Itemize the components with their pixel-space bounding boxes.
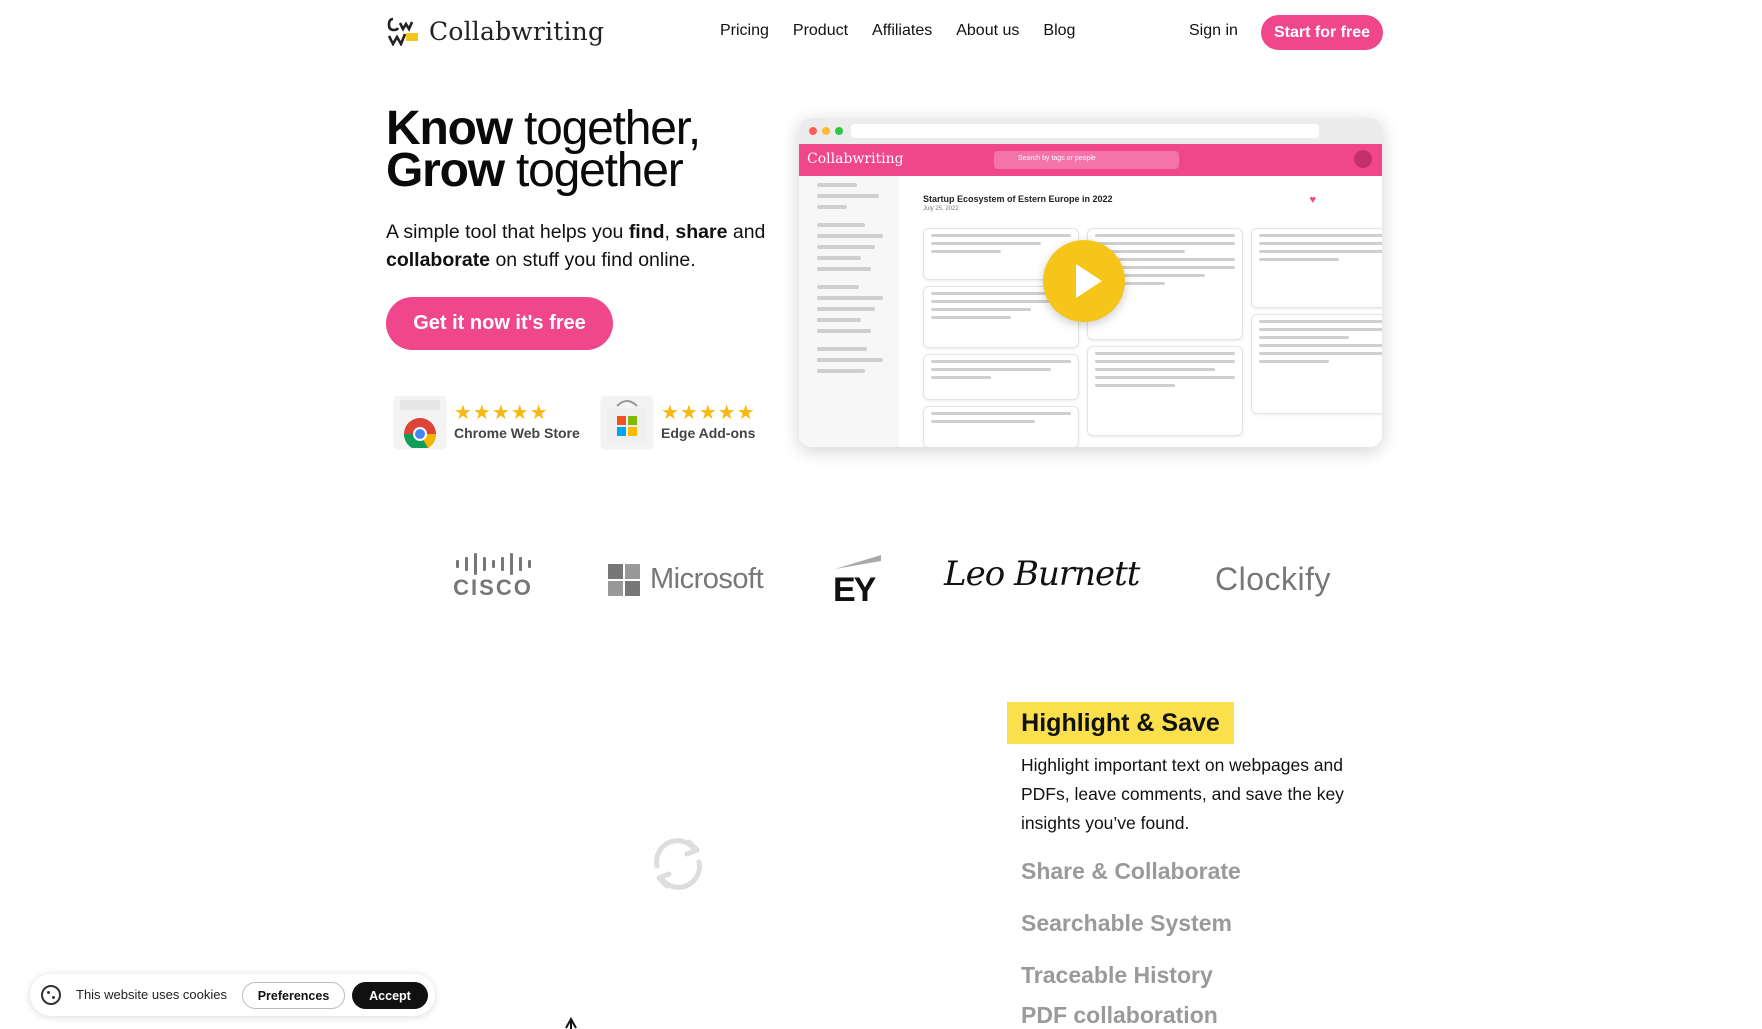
get-it-now-button[interactable]: Get it now it's free	[386, 297, 613, 350]
preview-doc-title: Startup Ecosystem of Estern Europe in 20…	[923, 194, 1113, 204]
chrome-store-label: Chrome Web Store	[454, 425, 580, 441]
nav-link-pricing[interactable]: Pricing	[720, 22, 769, 40]
cookie-banner: This website uses cookies Preferences Ac…	[30, 974, 435, 1016]
edge-store-label: Edge Add-ons	[661, 425, 756, 441]
nav-links: Pricing Product Affiliates About us Blog	[720, 22, 1075, 40]
ey-wordmark: EY	[833, 571, 876, 609]
nav-link-about-us[interactable]: About us	[956, 22, 1019, 40]
leo-burnett-logo: Leo Burnett	[944, 554, 1140, 594]
chrome-icon	[394, 396, 446, 451]
hero-sub-share: share	[675, 221, 728, 243]
hero-sub-find: find	[628, 221, 665, 243]
heart-icon: ♥	[1309, 194, 1316, 206]
microsoft-wordmark: Microsoft	[650, 563, 764, 595]
nav-link-blog[interactable]: Blog	[1043, 22, 1075, 40]
arrow-icon	[565, 1016, 577, 1029]
clockify-logo: Clockify	[1215, 561, 1332, 597]
collabwriting-logo-icon	[387, 16, 421, 47]
feature-title-searchable-system[interactable]: Searchable System	[1021, 910, 1232, 937]
feature-title-pdf-collaboration[interactable]: PDF collaboration	[1021, 1002, 1218, 1029]
preview-highlight-card	[923, 406, 1079, 447]
play-video-button[interactable]	[1043, 240, 1125, 322]
preview-highlight-card	[1251, 228, 1382, 308]
feature-title-highlight-save[interactable]: Highlight & Save	[1007, 702, 1234, 744]
nav-link-product[interactable]: Product	[793, 22, 848, 40]
hero-sub-text: and	[727, 221, 766, 243]
microsoft-logo: Microsoft	[608, 563, 764, 596]
cookie-icon	[41, 985, 61, 1005]
cisco-bars-icon	[448, 551, 538, 577]
hero-sub-text: ,	[664, 221, 676, 243]
window-maximize-dot	[835, 127, 843, 135]
start-for-free-button[interactable]: Start for free	[1261, 15, 1383, 50]
sign-in-link[interactable]: Sign in	[1189, 22, 1238, 40]
preview-search-bar: Search by tags or people	[994, 151, 1179, 169]
loading-spinner-icon	[645, 828, 711, 900]
leo-burnett-wordmark: Leo Burnett	[944, 554, 1140, 594]
preview-main-area: Startup Ecosystem of Estern Europe in 20…	[909, 176, 1382, 447]
brand-logo[interactable]: Collabwriting	[387, 16, 605, 47]
cisco-logo: CISCO	[448, 551, 538, 601]
hero-title-grow: Grow	[386, 144, 505, 197]
feature-title-share-collaborate[interactable]: Share & Collaborate	[1021, 858, 1241, 885]
hero-title-together-2: together	[503, 144, 684, 197]
hero-sub-collaborate: collaborate	[386, 249, 491, 271]
feature-title-traceable-history[interactable]: Traceable History	[1021, 962, 1213, 989]
preview-app-name: Collabwriting	[807, 151, 904, 167]
feature-description: Highlight important text on webpages and…	[1021, 755, 1344, 833]
hero-sub-text: A simple tool that helps you	[386, 221, 629, 243]
edge-addons-badge[interactable]: ★★★★★ Edge Add-ons	[601, 396, 756, 448]
cookie-accept-button[interactable]: Accept	[352, 982, 428, 1009]
product-video-preview[interactable]: Collabwriting Search by tags or people S…	[799, 118, 1382, 447]
browser-chrome	[799, 118, 1382, 144]
browser-url-bar	[851, 124, 1319, 138]
preview-avatar	[1354, 150, 1372, 168]
preview-sidebar	[799, 176, 899, 447]
hero-sub-text: on stuff you find online.	[490, 249, 696, 271]
preview-highlight-card	[1087, 346, 1243, 436]
ey-logo: EY	[833, 553, 885, 609]
edge-store-icon	[601, 396, 653, 448]
preview-doc-date: July 25, 2022	[923, 206, 959, 212]
preview-highlight-card	[923, 354, 1079, 400]
chrome-web-store-badge[interactable]: ★★★★★ Chrome Web Store	[394, 396, 580, 451]
hero-subtitle: A simple tool that helps you find, share…	[386, 218, 786, 274]
rating-stars: ★★★★★	[661, 402, 756, 424]
cookie-message: This website uses cookies	[76, 987, 228, 1002]
preview-highlight-card	[1251, 314, 1382, 414]
hero-title: Know together, Grow together	[386, 105, 701, 195]
nav-link-affiliates[interactable]: Affiliates	[872, 22, 932, 40]
microsoft-grid-icon	[608, 563, 640, 596]
ey-beam-icon	[835, 555, 881, 569]
rating-stars: ★★★★★	[454, 402, 549, 424]
top-navigation: Collabwriting Pricing Product Affiliates…	[0, 0, 1762, 64]
window-close-dot	[809, 127, 817, 135]
cisco-wordmark: CISCO	[453, 575, 533, 600]
preview-app-bar: Collabwriting Search by tags or people	[799, 144, 1382, 176]
window-minimize-dot	[822, 127, 830, 135]
brand-name: Collabwriting	[429, 16, 605, 46]
cookie-preferences-button[interactable]: Preferences	[242, 982, 345, 1009]
